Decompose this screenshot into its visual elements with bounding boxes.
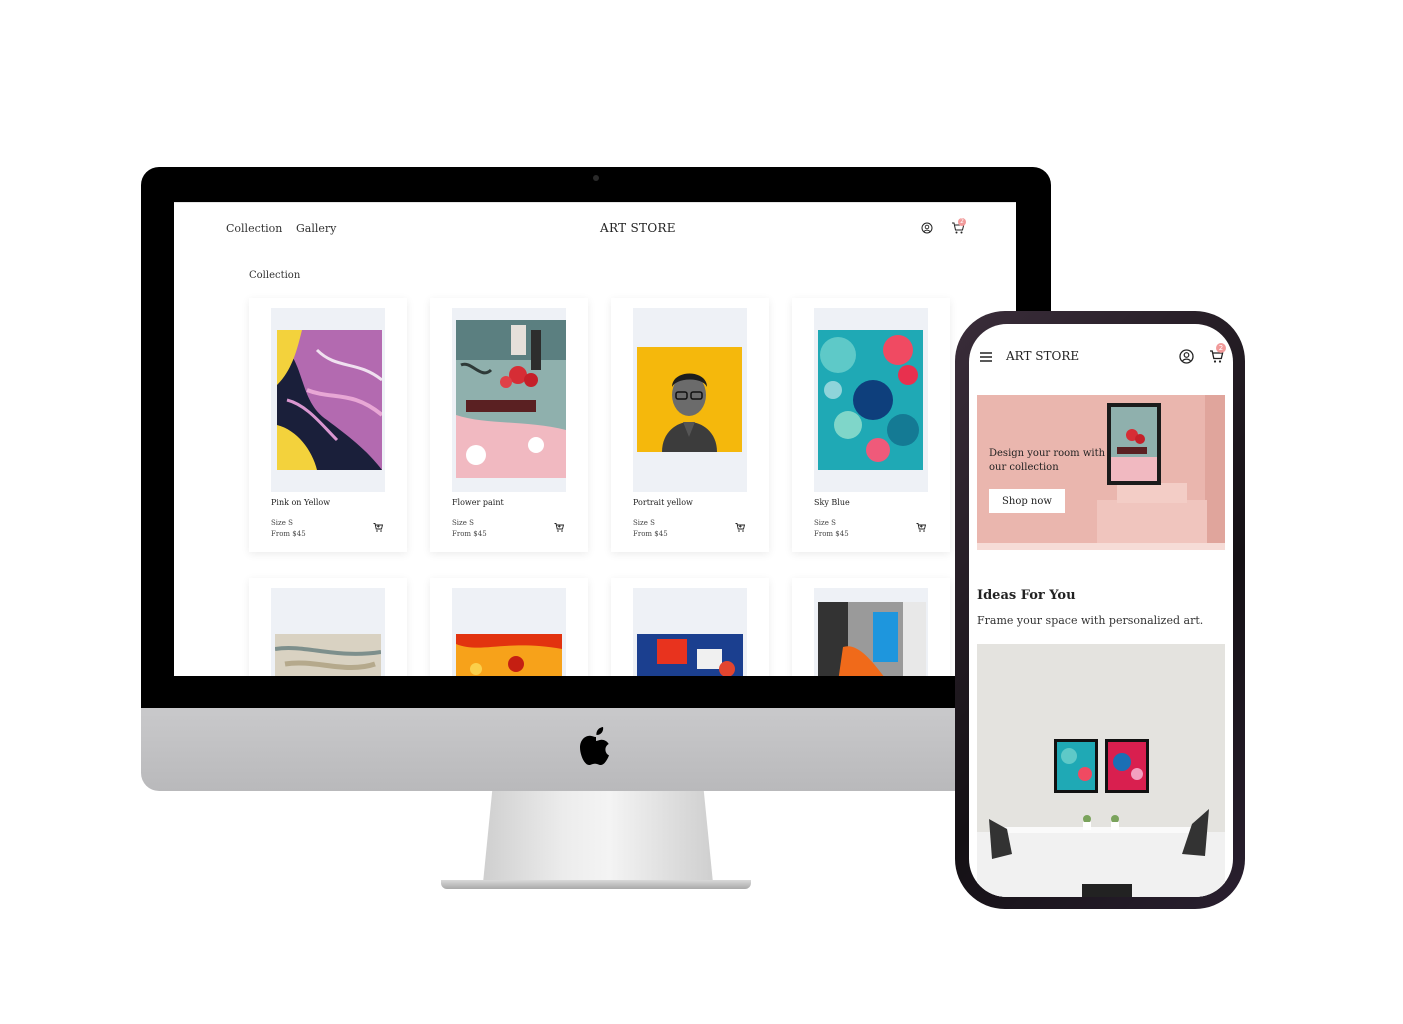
product-card[interactable]: Portrait yellow Size S From $45 — [611, 298, 769, 552]
product-title[interactable]: Pink on Yellow — [271, 498, 330, 507]
product-card[interactable]: Pink on Yellow Size S From $45 — [249, 298, 407, 552]
room-illustration — [977, 644, 1225, 897]
product-card[interactable]: Flower paint Size S From $45 — [430, 298, 588, 552]
cart-count-badge: 2 — [958, 218, 966, 226]
hero-banner: Design your room with our collection Sho… — [977, 395, 1225, 550]
ideas-title: Ideas For You — [977, 588, 1076, 603]
product-image[interactable] — [275, 634, 381, 676]
product-size: Size S — [814, 519, 836, 527]
hero-text: Design your room with our collection — [989, 448, 1106, 473]
product-card[interactable] — [611, 578, 769, 676]
shop-now-button[interactable]: Shop now — [989, 489, 1065, 513]
imac-stand-foot — [441, 880, 751, 889]
imac-camera — [593, 175, 599, 181]
brand-logo[interactable]: ART STORE — [1006, 349, 1079, 363]
product-card[interactable] — [792, 578, 950, 676]
nav-collection[interactable]: Collection — [226, 222, 282, 235]
hamburger-icon[interactable] — [979, 351, 993, 363]
cart-plus-icon[interactable] — [916, 522, 927, 533]
brand-logo[interactable]: ART STORE — [600, 221, 676, 235]
cart-plus-icon[interactable] — [554, 522, 565, 533]
top-divider — [174, 202, 1016, 203]
product-image[interactable] — [456, 634, 562, 676]
product-title[interactable]: Sky Blue — [814, 498, 850, 507]
product-price: From $45 — [814, 530, 849, 538]
product-price: From $45 — [633, 530, 668, 538]
product-title[interactable]: Flower paint — [452, 498, 504, 507]
product-image[interactable] — [277, 330, 382, 470]
product-image[interactable] — [818, 602, 926, 676]
product-size: Size S — [452, 519, 474, 527]
user-circle-icon[interactable] — [1179, 349, 1194, 364]
user-circle-icon[interactable] — [921, 222, 933, 234]
product-price: From $45 — [271, 530, 306, 538]
product-card[interactable] — [249, 578, 407, 676]
cart-plus-icon[interactable] — [373, 522, 384, 533]
product-price: From $45 — [452, 530, 487, 538]
product-size: Size S — [633, 519, 655, 527]
product-card[interactable]: Sky Blue Size S From $45 — [792, 298, 950, 552]
cart-plus-icon[interactable] — [735, 522, 746, 533]
apple-logo — [580, 727, 609, 765]
product-image[interactable] — [637, 634, 743, 676]
product-size: Size S — [271, 519, 293, 527]
product-image[interactable] — [818, 330, 923, 470]
product-card[interactable] — [430, 578, 588, 676]
nav-gallery[interactable]: Gallery — [296, 222, 336, 235]
product-image[interactable] — [637, 347, 742, 452]
section-title: Collection — [249, 270, 301, 281]
mobile-screen: ART STORE 2 Design your room with our co… — [969, 324, 1233, 897]
desktop-screen: Collection Gallery ART STORE 2 Collectio… — [174, 202, 1016, 676]
ideas-subtitle: Frame your space with personalized art. — [977, 614, 1204, 627]
product-image[interactable] — [456, 320, 566, 478]
imac-stand-neck — [483, 791, 713, 883]
product-title[interactable]: Portrait yellow — [633, 498, 693, 507]
room-image[interactable] — [977, 644, 1225, 897]
cart-count-badge: 2 — [1216, 343, 1226, 353]
